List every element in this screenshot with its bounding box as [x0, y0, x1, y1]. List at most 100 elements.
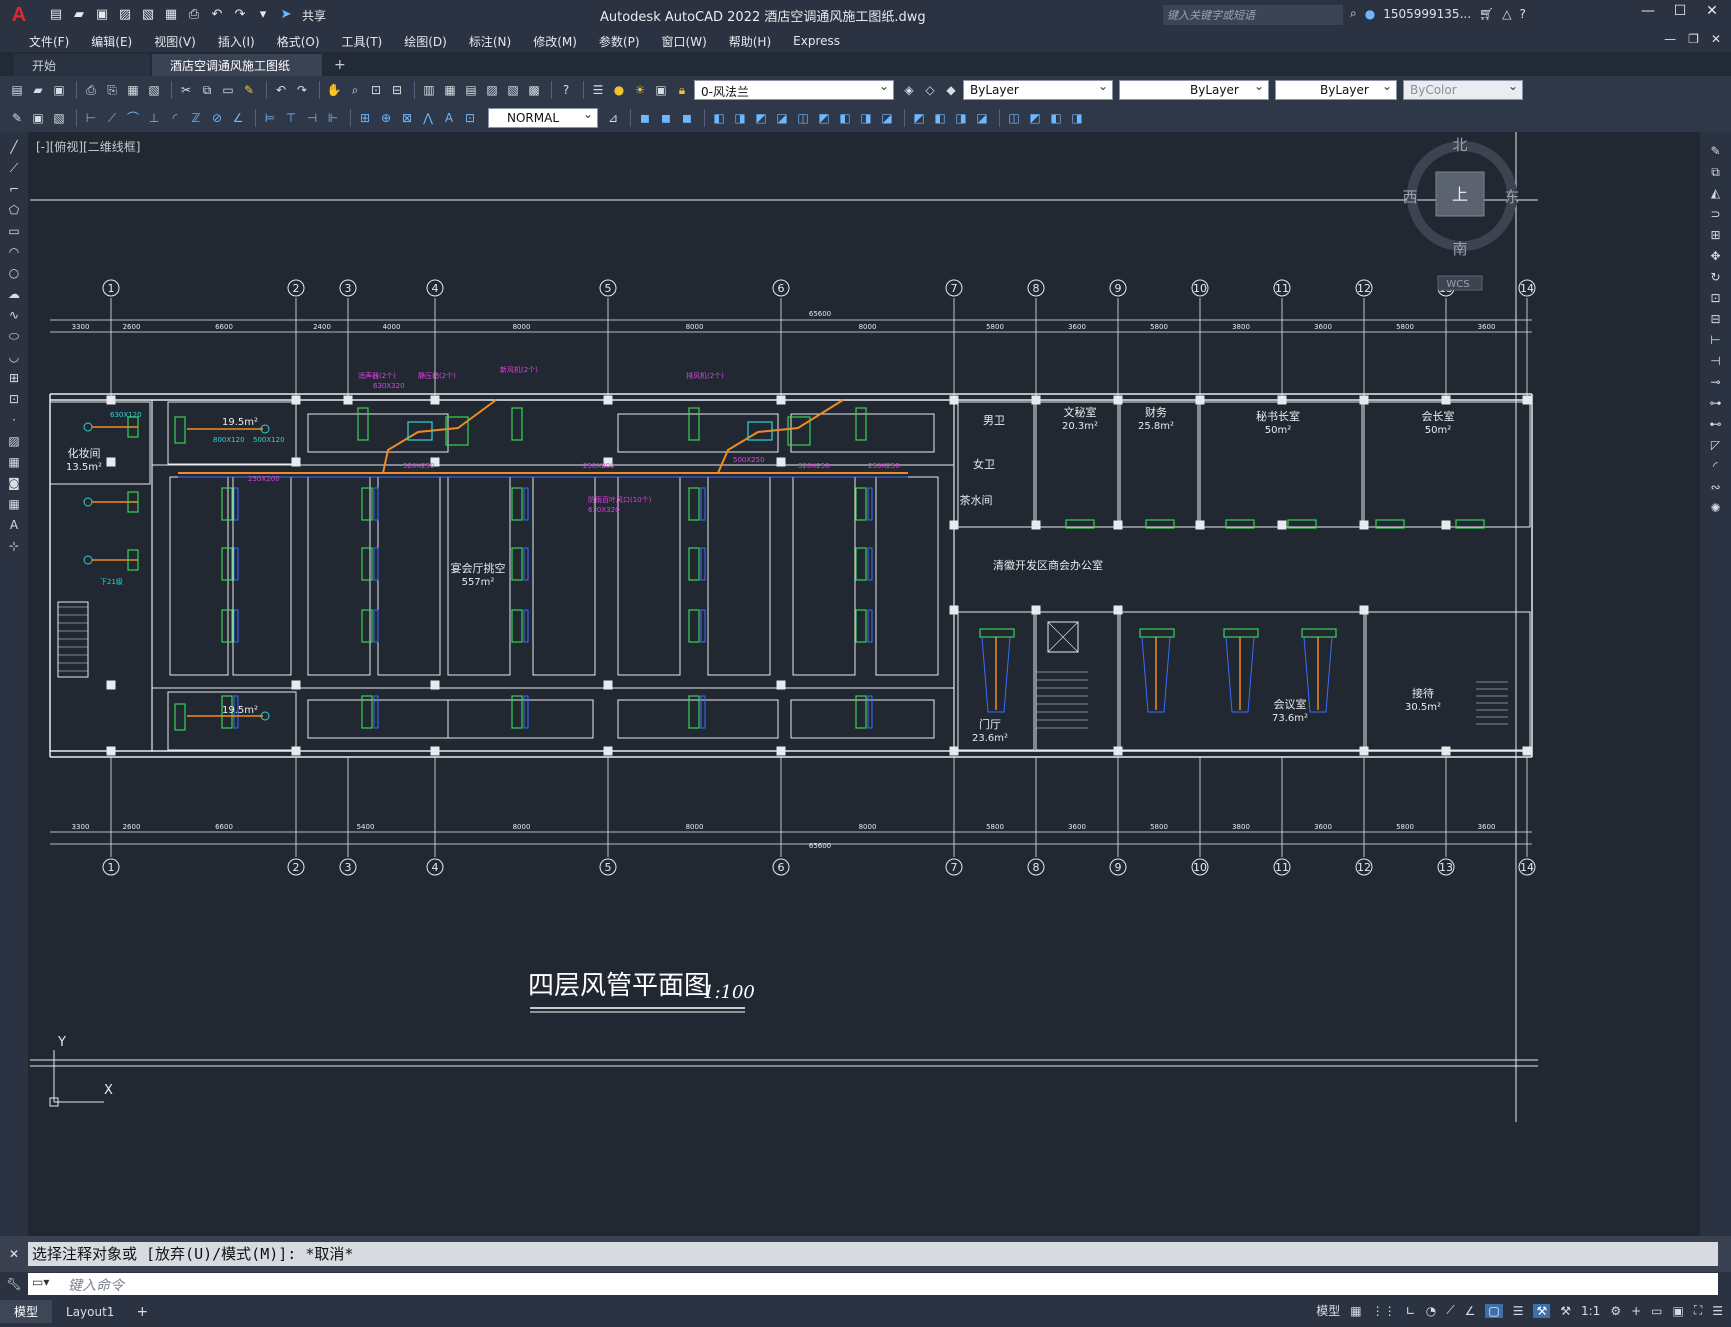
drawing-canvas[interactable]: [-][俯视][二维线框] 1 1 2 2 3 3 4 4 5 5 6 6 7 7 8 8 9 9 10 10 11 11…: [28, 132, 1700, 1236]
match-icon[interactable]: ✎: [8, 109, 26, 127]
toolbar-preview-icon[interactable]: ⎘: [103, 81, 121, 99]
arc-icon[interactable]: ◠: [5, 243, 23, 261]
dim-radius-icon[interactable]: ◜: [166, 109, 184, 127]
linetype-dropdown[interactable]: ByLayer: [1119, 79, 1269, 100]
layer-tool-3-icon[interactable]: ◼: [678, 109, 696, 127]
maximize-icon[interactable]: ☐: [1667, 3, 1693, 19]
toolbar-pan-icon[interactable]: ✋: [325, 81, 343, 99]
extend-icon[interactable]: ⊣: [1707, 352, 1725, 370]
share-icon[interactable]: ➤: [276, 5, 296, 25]
layer-tool-19-icon[interactable]: ◧: [1047, 109, 1065, 127]
gradient-icon[interactable]: ▦: [5, 453, 23, 471]
toolbar-redo-icon[interactable]: ↷: [293, 81, 311, 99]
spline-icon[interactable]: ∿: [5, 306, 23, 324]
toolbar-zoom-realtime-icon[interactable]: ⌕: [346, 81, 364, 99]
center-mark-icon[interactable]: ⊕: [377, 109, 395, 127]
ortho-icon[interactable]: ∟: [1406, 1304, 1416, 1318]
fillet-icon[interactable]: ◜: [1707, 457, 1725, 475]
close-icon[interactable]: ✕: [1699, 3, 1725, 19]
menu-view[interactable]: 视图(V): [143, 33, 207, 50]
dim-baseline-icon[interactable]: ⊤: [282, 109, 300, 127]
object-snap-icon[interactable]: ▢: [1485, 1303, 1503, 1318]
undo-icon[interactable]: ↶: [207, 5, 227, 25]
dim-aligned-icon[interactable]: ⟋: [103, 109, 121, 127]
command-recent-icon[interactable]: ▭▾: [32, 1275, 49, 1289]
share-button[interactable]: 共享: [302, 7, 326, 24]
construction-line-icon[interactable]: ⟋: [5, 159, 23, 177]
tolerance-icon[interactable]: ⊞: [356, 109, 374, 127]
plot-icon[interactable]: ⎙: [184, 5, 204, 25]
toolbar-3dprint-icon[interactable]: ▧: [145, 81, 163, 99]
command-input[interactable]: ▭▾ 键入命令: [28, 1273, 1718, 1295]
break-icon[interactable]: ⊶: [1707, 394, 1725, 412]
lineweight-icon[interactable]: ☰: [1513, 1304, 1524, 1318]
layer-tool-7-icon[interactable]: ◪: [773, 109, 791, 127]
annotation-visibility-icon[interactable]: ⚒: [1533, 1303, 1551, 1318]
toolbar-designcenter-icon[interactable]: ▦: [441, 81, 459, 99]
ellipse-arc-icon[interactable]: ◡: [5, 348, 23, 366]
block-icon[interactable]: ▣: [29, 109, 47, 127]
break-at-point-icon[interactable]: ⊸: [1707, 373, 1725, 391]
qat-dropdown-icon[interactable]: ▾: [253, 5, 273, 25]
tab-model[interactable]: 模型: [0, 1300, 53, 1323]
dim-linear-icon[interactable]: ⊢: [82, 109, 100, 127]
menu-modify[interactable]: 修改(M): [522, 33, 588, 50]
object-snap-tracking-icon[interactable]: ∠: [1465, 1304, 1476, 1318]
toolbar-calculator-icon[interactable]: ▩: [525, 81, 543, 99]
search-input[interactable]: 键入关键字或短语: [1163, 5, 1343, 25]
table-icon[interactable]: ▦: [5, 495, 23, 513]
copy-object-icon[interactable]: ⧉: [1707, 163, 1725, 181]
dim-ordinate-icon[interactable]: ⊥: [145, 109, 163, 127]
auto-scale-icon[interactable]: ⚒: [1560, 1304, 1571, 1318]
toolbar-matchprop-icon[interactable]: ✎: [240, 81, 258, 99]
layer-tool-10-icon[interactable]: ◧: [836, 109, 854, 127]
add-selected-icon[interactable]: ⊹: [5, 537, 23, 555]
annotation-scale-button[interactable]: 1:1: [1581, 1304, 1600, 1318]
dim-angular-icon[interactable]: ∠: [229, 109, 247, 127]
chamfer-icon[interactable]: ◸: [1707, 436, 1725, 454]
hatch-icon[interactable]: ▨: [5, 432, 23, 450]
menu-tools[interactable]: 工具(T): [331, 33, 394, 50]
menu-format[interactable]: 格式(O): [266, 33, 331, 50]
polyline-icon[interactable]: ⌐: [5, 180, 23, 198]
open-file-icon[interactable]: ▰: [69, 5, 89, 25]
toolbar-markup-icon[interactable]: ▧: [504, 81, 522, 99]
layer-tool-9-icon[interactable]: ◩: [815, 109, 833, 127]
layer-tool-2-icon[interactable]: ◼: [657, 109, 675, 127]
model-space-button[interactable]: 模型: [1316, 1302, 1340, 1319]
web-open-icon[interactable]: ▧: [138, 5, 158, 25]
rectangle-icon[interactable]: ▭: [5, 222, 23, 240]
tab-start[interactable]: 开始: [14, 54, 150, 76]
layer-state-icon[interactable]: ◆: [942, 81, 960, 99]
toolbar-toolpalettes-icon[interactable]: ▤: [462, 81, 480, 99]
array-icon[interactable]: ⊞: [1707, 226, 1725, 244]
units-icon[interactable]: ▭: [1651, 1304, 1662, 1318]
explode-icon[interactable]: ✺: [1707, 499, 1725, 517]
polar-icon[interactable]: ◔: [1426, 1304, 1436, 1318]
layer-dropdown[interactable]: 0-风法兰: [694, 79, 894, 100]
customize-icon[interactable]: ☰: [1712, 1304, 1723, 1318]
tab-drawing[interactable]: 酒店空调通风施工图纸*×: [152, 54, 322, 88]
scale-icon[interactable]: ⊡: [1707, 289, 1725, 307]
menu-file[interactable]: 文件(F): [18, 33, 80, 50]
autodesk-app-icon[interactable]: △: [1502, 7, 1511, 21]
command-customize-icon[interactable]: 🔧︎: [0, 1277, 28, 1291]
dim-diameter-icon[interactable]: ⊘: [208, 109, 226, 127]
help-button[interactable]: ?: [1519, 7, 1525, 21]
layer-viewport-icon[interactable]: ▣: [652, 81, 670, 99]
region-icon[interactable]: ◙: [5, 474, 23, 492]
user-name[interactable]: 1505999135...: [1383, 7, 1471, 21]
point-icon[interactable]: ·: [5, 411, 23, 429]
dim-continue-icon[interactable]: ⊣: [303, 109, 321, 127]
save-as-icon[interactable]: ▨: [115, 5, 135, 25]
menu-help[interactable]: 帮助(H): [718, 33, 782, 50]
trim-icon[interactable]: ⊢: [1707, 331, 1725, 349]
snap-icon[interactable]: ⋮⋮: [1372, 1304, 1396, 1318]
layer-previous-icon[interactable]: ◇: [921, 81, 939, 99]
menu-dimension[interactable]: 标注(N): [458, 33, 522, 50]
redo-icon[interactable]: ↷: [230, 5, 250, 25]
menu-draw[interactable]: 绘图(D): [393, 33, 458, 50]
save-icon[interactable]: ▣: [92, 5, 112, 25]
layer-tool-15-icon[interactable]: ◨: [952, 109, 970, 127]
isodraft-icon[interactable]: ⟋: [1446, 1303, 1454, 1318]
